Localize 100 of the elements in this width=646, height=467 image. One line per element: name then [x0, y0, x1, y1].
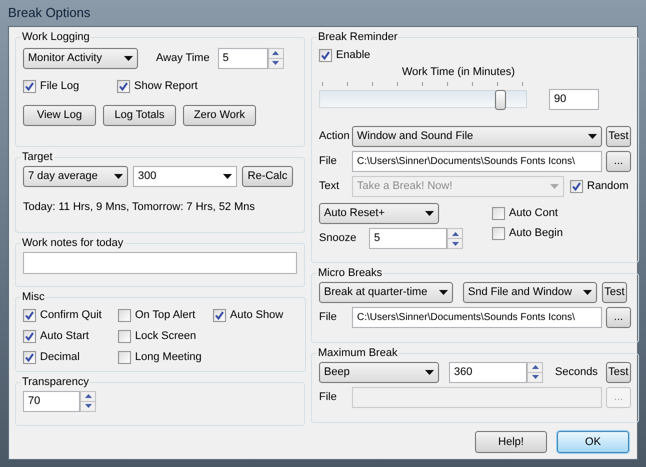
spin-buttons[interactable]	[80, 390, 96, 412]
up-arrow-icon	[84, 394, 92, 398]
checkbox-label: Auto Cont	[509, 206, 558, 221]
caret-icon	[425, 211, 434, 216]
down-arrow-icon	[452, 242, 458, 246]
button[interactable]: ...	[606, 151, 631, 172]
checkbox-label: Auto Show	[230, 308, 284, 324]
button[interactable]: Re-Calc	[242, 166, 293, 186]
input-field[interactable]: 360	[449, 362, 527, 382]
field-label: File	[319, 310, 338, 325]
group-title: Misc	[21, 290, 46, 305]
dropdown[interactable]: Monitor Activity	[23, 48, 138, 68]
caret-icon	[124, 56, 133, 60]
checkbox[interactable]	[23, 351, 36, 364]
checkbox-label: Show Report	[134, 79, 198, 94]
combo-box[interactable]: 300	[133, 166, 237, 186]
caret-icon	[583, 290, 592, 294]
down-arrow-icon	[532, 375, 538, 379]
dropdown[interactable]: Beep	[319, 362, 439, 382]
spin-buttons[interactable]	[268, 48, 284, 68]
field-label: Snooze	[319, 231, 358, 246]
field-label: File	[319, 390, 338, 405]
checkbox[interactable]	[319, 49, 332, 62]
checkmark-icon	[321, 51, 330, 60]
checkbox[interactable]	[492, 226, 505, 240]
input-field[interactable]: 90	[549, 89, 599, 110]
dropdown[interactable]: Window and Sound File	[352, 126, 602, 147]
input-field[interactable]: 5	[218, 48, 268, 68]
group-title: Transparency	[21, 375, 90, 390]
group-title: Work Logging	[21, 30, 91, 45]
group-title: Target	[21, 150, 54, 165]
up-arrow-icon	[452, 232, 458, 236]
caret-icon	[425, 370, 434, 374]
window-title: Break Options	[8, 4, 90, 22]
checkmark-icon	[25, 353, 34, 362]
input-field[interactable]	[23, 252, 297, 274]
button[interactable]: Log Totals	[103, 104, 176, 126]
unit-label: Seconds	[555, 364, 598, 380]
group-title: Work notes for today	[21, 236, 124, 251]
checkmark-icon	[25, 332, 34, 341]
checkbox-label: Enable	[336, 48, 370, 64]
field-label: Action	[319, 129, 351, 144]
slider-label: Work Time (in Minutes)	[402, 64, 515, 80]
button[interactable]: Help!	[475, 431, 547, 453]
checkbox[interactable]	[23, 330, 36, 343]
dropdown[interactable]: Auto Reset+	[319, 203, 439, 224]
button[interactable]: View Log	[23, 104, 96, 126]
group-title: Micro Breaks	[317, 266, 384, 281]
checkmark-icon	[25, 311, 34, 320]
checkbox[interactable]	[117, 80, 130, 93]
slider-thumb[interactable]	[495, 90, 506, 110]
dropdown[interactable]: Break at quarter-time	[319, 282, 453, 302]
checkbox-label: Random	[587, 179, 629, 194]
field-label: Away Time	[156, 50, 210, 66]
button[interactable]: Test	[606, 126, 631, 147]
checkbox-label: Lock Screen	[135, 329, 196, 344]
checkbox-label: File Log	[40, 79, 80, 94]
button[interactable]: Test	[606, 362, 631, 382]
input-field[interactable]: 70	[23, 390, 80, 412]
checkmark-icon	[25, 82, 34, 91]
checkbox[interactable]	[118, 351, 131, 364]
checkbox-label: Confirm Quit	[40, 308, 102, 324]
up-arrow-icon	[272, 51, 280, 55]
button[interactable]: Zero Work	[183, 104, 256, 126]
field-label: Text	[319, 179, 340, 194]
up-arrow-icon	[532, 365, 538, 369]
spin-buttons[interactable]	[447, 228, 463, 249]
button[interactable]: OK	[557, 431, 629, 453]
input-field[interactable]: 5	[369, 228, 447, 249]
group-title: Break Reminder	[317, 30, 398, 45]
checkbox[interactable]	[23, 80, 36, 93]
checkbox[interactable]	[23, 309, 36, 322]
checkbox-label: Long Meeting	[135, 350, 202, 366]
checkbox[interactable]	[570, 180, 583, 193]
spin-buttons[interactable]	[527, 362, 543, 382]
checkmark-icon	[572, 182, 581, 191]
dropdown[interactable]: 7 day average	[23, 166, 128, 186]
checkmark-icon	[215, 311, 224, 320]
caret-icon	[114, 174, 123, 178]
button[interactable]: Test	[602, 282, 627, 302]
group-title: Maximum Break	[317, 346, 398, 361]
caret-icon	[550, 184, 559, 189]
field-label: File	[319, 154, 338, 170]
down-arrow-icon	[272, 61, 280, 65]
caret-icon	[439, 290, 448, 294]
checkbox[interactable]	[118, 330, 131, 343]
slider-track[interactable]	[319, 90, 527, 108]
checkbox-label: Auto Begin	[509, 226, 563, 241]
checkbox-label: On Top Alert	[135, 308, 196, 324]
checkmark-icon	[119, 82, 128, 91]
caret-icon	[588, 134, 597, 139]
down-arrow-icon	[84, 404, 92, 408]
dropdown[interactable]: Snd File and Window	[463, 282, 597, 302]
checkbox[interactable]	[492, 206, 505, 220]
button[interactable]: ...	[606, 306, 631, 328]
input-field[interactable]: C:\Users\Sinner\Documents\Sounds Fonts Icons\	[352, 151, 602, 172]
checkbox-label: Decimal	[40, 350, 80, 366]
input-field[interactable]: C:\Users\Sinner\Documents\Sounds Fonts Icons\	[352, 306, 602, 328]
checkbox[interactable]	[213, 309, 226, 322]
checkbox[interactable]	[118, 309, 131, 322]
